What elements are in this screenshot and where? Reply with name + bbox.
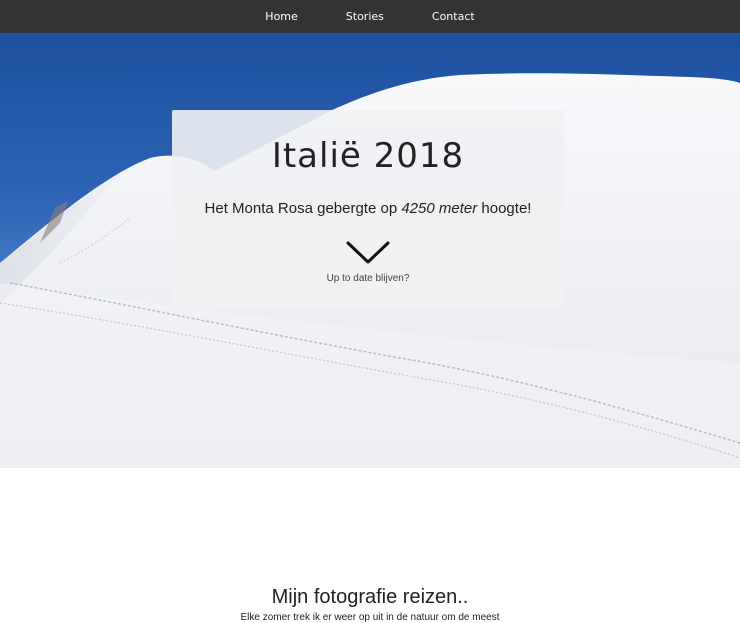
chevron-down-icon[interactable] (346, 240, 390, 266)
top-navbar: Home Stories Contact (0, 0, 740, 33)
hero-title: Italië 2018 (271, 136, 465, 176)
hero-banner: Italië 2018 Het Monta Rosa gebergte op 4… (0, 33, 740, 468)
hero-subtitle-altitude: 4250 meter (401, 200, 478, 217)
nav-home-link[interactable]: Home (241, 0, 321, 33)
hero-subtitle: Het Monta Rosa gebergte op 4250 meter ho… (172, 200, 564, 217)
hero-subtitle-end: hoogte! (477, 200, 532, 217)
hero-subtitle-start: Het Monta Rosa gebergte op (204, 200, 402, 217)
nav-contact-link[interactable]: Contact (408, 0, 499, 33)
nav-stories-link[interactable]: Stories (322, 0, 408, 33)
hero-cta-link[interactable]: Up to date blijven? (172, 273, 564, 284)
section-intro-text: Elke zomer trek ik er weer op uit in de … (240, 612, 500, 623)
hero-card: Italië 2018 Het Monta Rosa gebergte op 4… (172, 110, 564, 308)
section-title: Mijn fotografie reizen.. (271, 586, 469, 608)
